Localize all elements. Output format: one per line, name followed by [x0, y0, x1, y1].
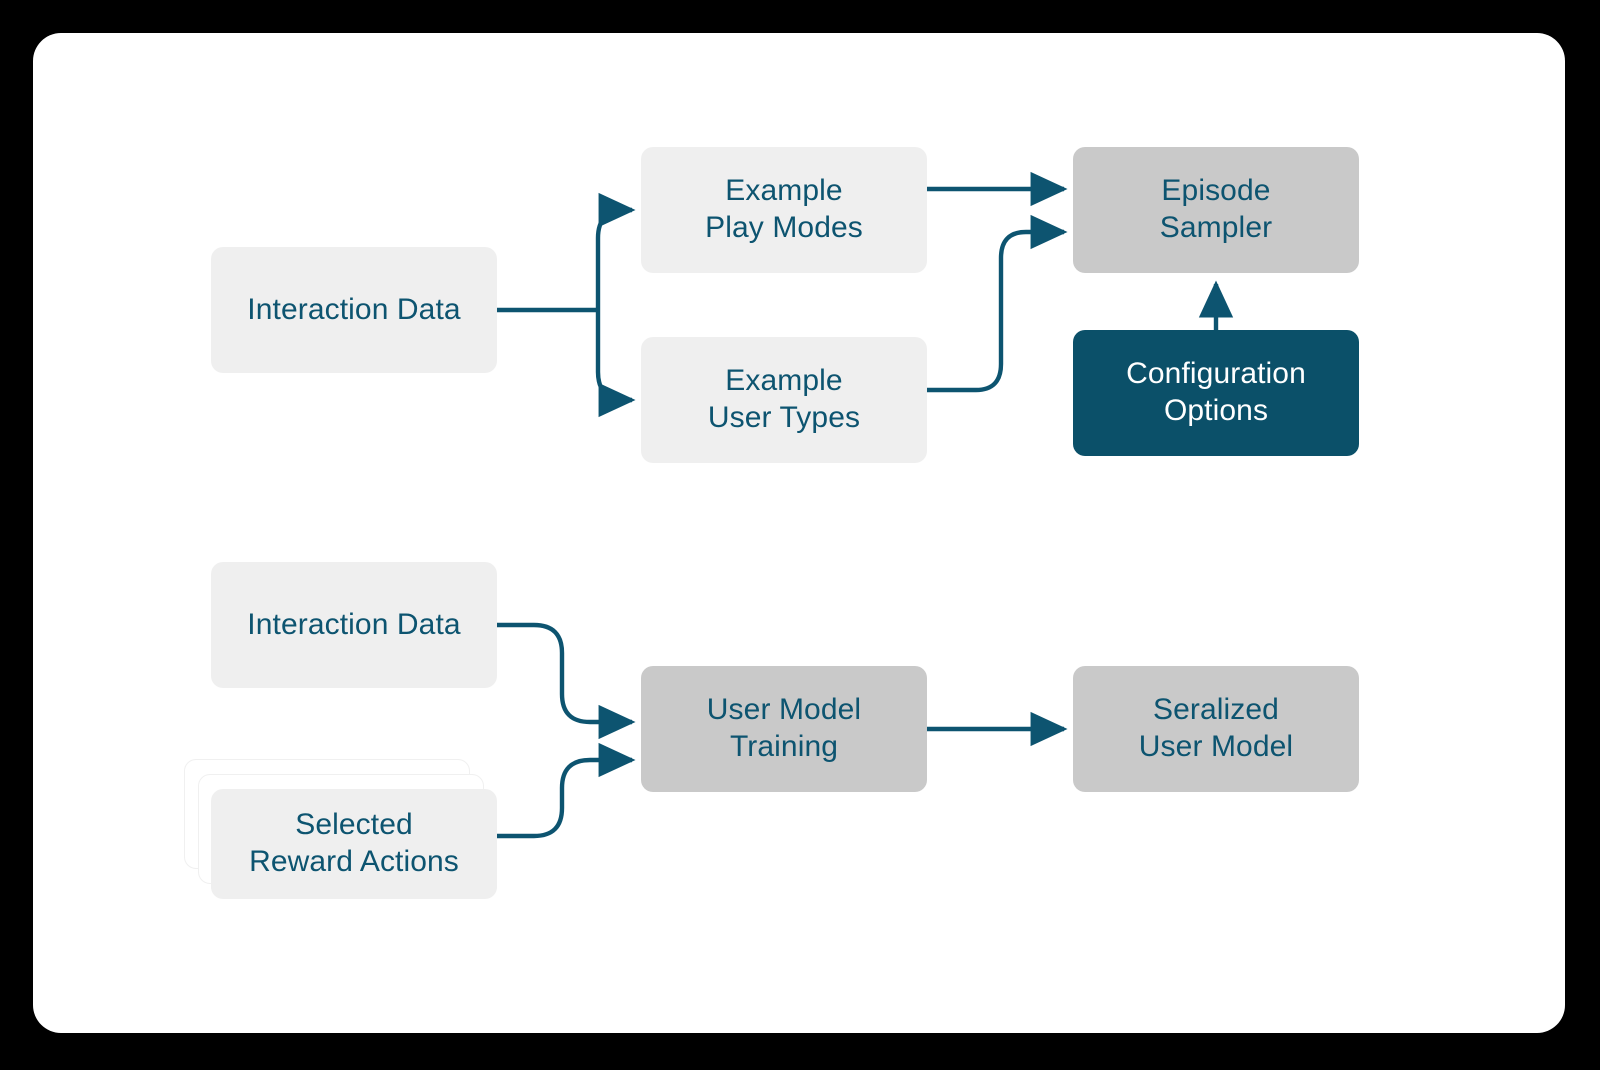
node-example-user-types[interactable]: Example User Types: [641, 337, 927, 463]
node-configuration-options[interactable]: Configuration Options: [1073, 330, 1359, 456]
node-interaction-data-bottom[interactable]: Interaction Data: [211, 562, 497, 688]
node-user-model-training[interactable]: User Model Training: [641, 666, 927, 792]
node-example-play-modes[interactable]: Example Play Modes: [641, 147, 927, 273]
node-serialized-user-model[interactable]: Seralized User Model: [1073, 666, 1359, 792]
edge-branch-to-play-modes: [595, 192, 636, 310]
node-episode-sampler[interactable]: Episode Sampler: [1073, 147, 1359, 273]
edge-user-types-to-sampler: [927, 214, 1068, 393]
edge-branch-to-user-types: [595, 310, 636, 418]
edge-reward-actions-to-training: [497, 742, 636, 839]
diagram-stage: Interaction Data Example Play Modes Exam…: [0, 0, 1600, 1070]
node-interaction-data-top[interactable]: Interaction Data: [211, 247, 497, 373]
node-selected-reward-actions[interactable]: Selected Reward Actions: [211, 789, 497, 899]
edge-interaction-data-to-training: [497, 622, 636, 740]
